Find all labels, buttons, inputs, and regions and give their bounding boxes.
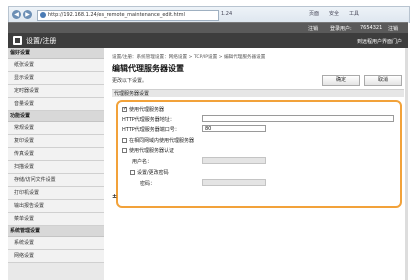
sidebar-group-head: 系统管理设置 [8,226,104,237]
settings-icon [13,36,22,45]
ok-button[interactable]: 确定 [322,75,360,86]
password-label: 密码： [140,181,156,187]
sidebar-item-volume[interactable]: 音量设置 [8,98,104,111]
section-title: 代理服务器设置 [112,89,404,97]
same-domain-row: 在相同网域内使用代理服务器 [122,137,194,144]
sidebar-item-printer[interactable]: 打印机设置 [8,187,104,200]
sidebar: 偏好设置 纸张设置 显示设置 定时器设置 音量设置 功能设置 常规设置 复印设置… [8,48,104,280]
sidebar-item-display[interactable]: 显示设置 [8,72,104,85]
login-user-value: 7654321 [360,25,383,31]
sidebar-item-network[interactable]: 网络设置 [8,250,104,263]
sidebar-item-output-report[interactable]: 输出报告设置 [8,200,104,213]
proxy-port-label: HTTP代理服务器端口号： [122,127,180,133]
proxy-settings-panel: 使用代理服务器 HTTP代理服务器地址： HTTP代理服务器端口号： 80 在相… [116,100,402,208]
use-proxy-row: 使用代理服务器 [122,106,164,113]
scrollbar[interactable] [405,48,408,280]
app-title: 设置/注册 [26,37,57,45]
password-input[interactable] [202,179,266,186]
auth-checkbox[interactable] [122,148,127,153]
set-password-row: 设置/更改密码 [130,169,169,176]
same-domain-label: 在相同网域内使用代理服务器 [129,138,195,144]
use-proxy-label: 使用代理服务器 [129,107,165,113]
proxy-address-label: HTTP代理服务器地址： [122,117,175,123]
safety-menu[interactable]: 安全 [329,10,339,19]
username-input[interactable] [202,157,266,164]
sidebar-item-menu[interactable]: 菜单设置 [8,213,104,226]
sidebar-item-timer[interactable]: 定时器设置 [8,85,104,98]
sidebar-item-fax[interactable]: 传真设置 [8,148,104,161]
url-text: http://192.168.1.24/es_remote_maintenanc… [48,12,185,18]
auth-label: 使用代理服务器认证 [129,148,175,154]
logout-button[interactable]: 注销 [388,25,398,32]
tools-menu[interactable]: 工具 [349,10,359,19]
browser-toolbar: ◀ ▶ http://192.168.1.24/es_remote_mainte… [8,6,410,23]
sidebar-item-store-access[interactable]: 存储/访问文件设置 [8,174,104,187]
breadcrumb: 设置/注册：系统管理设置：网络设置 > TCP/IP设置 > 编辑代理服务器设置 [112,55,266,60]
window: ◀ ▶ http://192.168.1.24/es_remote_mainte… [0,0,415,280]
login-user-label: 登录用户: [330,26,352,32]
page-menu[interactable]: 页面 [309,10,319,19]
auth-row: 使用代理服务器认证 [122,147,174,154]
sidebar-item-paper[interactable]: 纸张设置 [8,59,104,72]
back-icon[interactable]: ◀ [12,10,21,19]
main-content: 设置/注册：系统管理设置：网络设置 > TCP/IP设置 > 编辑代理服务器设置… [110,48,408,280]
forward-icon[interactable]: ▶ [23,10,32,19]
sidebar-item-scan[interactable]: 扫描设置 [8,161,104,174]
sidebar-group-head: 偏好设置 [8,48,104,59]
cancel-button[interactable]: 取消 [364,75,402,86]
proxy-address-input[interactable] [202,115,394,122]
page-title: 编辑代理服务器设置 [112,64,184,73]
username-label: 用户名： [132,159,153,165]
same-domain-checkbox[interactable] [122,138,127,143]
set-password-checkbox[interactable] [130,170,135,175]
footer-mark: ± [112,193,118,200]
title-bar: 设置/注册 到远程用户界面门户 [8,33,408,48]
instruction-text: 更改以下设置。 [112,78,148,84]
logout-link[interactable]: 注销 [308,25,318,32]
sidebar-item-copy[interactable]: 复印设置 [8,135,104,148]
use-proxy-checkbox[interactable] [122,106,127,112]
sidebar-group-head: 功能设置 [8,111,104,122]
address-bar[interactable]: http://192.168.1.24/es_remote_maintenanc… [37,10,219,21]
zoom-level: 1.24 [221,11,233,17]
portal-link[interactable]: 到远程用户界面门户 [357,38,402,45]
sidebar-item-system[interactable]: 系统设置 [8,237,104,250]
sidebar-item-common[interactable]: 常规设置 [8,122,104,135]
page-icon [40,12,46,18]
set-password-label: 设置/更改密码 [137,170,169,176]
proxy-port-input[interactable]: 80 [202,125,266,132]
